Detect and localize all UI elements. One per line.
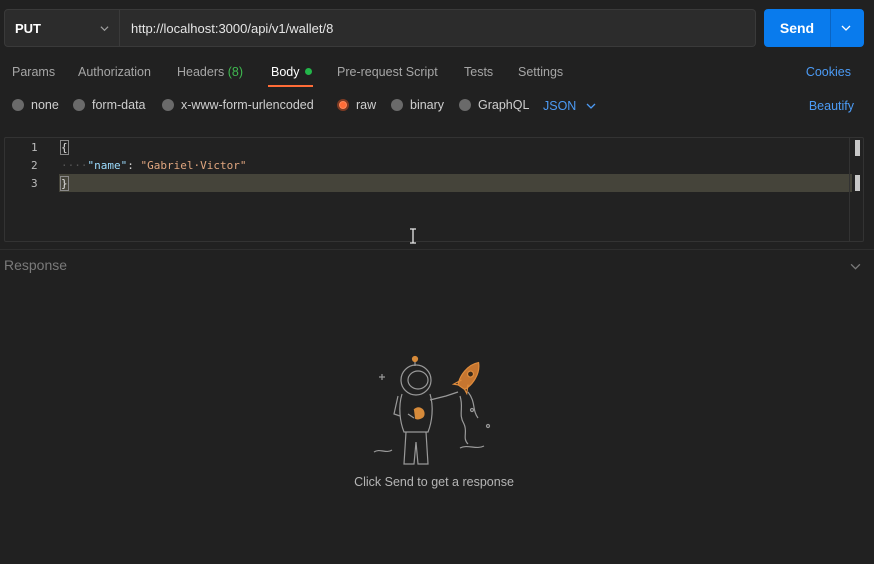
tab-params[interactable]: Params [12,65,55,79]
radio-x-www-form-urlencoded[interactable]: x-www-form-urlencoded [162,98,314,112]
empty-response-message: Click Send to get a response [354,475,514,489]
active-tab-underline [268,85,313,87]
radio-dot-selected [337,99,349,111]
tab-tests[interactable]: Tests [464,65,493,79]
beautify-link[interactable]: Beautify [809,99,854,113]
line-number: 2 [31,159,38,172]
chevron-down-icon [586,103,596,109]
tab-authorization[interactable]: Authorization [78,65,151,79]
send-divider [830,9,831,47]
format-select[interactable]: JSON [543,99,596,113]
radio-label: x-www-form-urlencoded [181,98,314,112]
code-line-3: } [60,176,69,191]
astronaut-rocket-illustration [373,355,491,465]
tab-settings[interactable]: Settings [518,65,563,79]
radio-dot [391,99,403,111]
headers-count-badge: (8) [227,65,244,79]
radio-graphql[interactable]: GraphQL [459,98,529,112]
response-title: Response [4,257,68,273]
request-tabs: Params Authorization Headers (8) Body Pr… [0,58,874,88]
chevron-down-icon[interactable] [841,23,851,33]
radio-label: none [31,98,59,112]
body-editor[interactable]: 1 2 3 { ····"name": "Gabriel·Victor" } [4,137,864,242]
radio-dot [162,99,174,111]
open-brace: { [60,140,69,155]
tab-pre-request-script[interactable]: Pre-request Script [337,65,438,79]
scrollbar-marker [855,175,860,191]
url-text: http://localhost:3000/api/v1/wallet/8 [131,20,334,36]
method-label: PUT [15,20,41,36]
send-label: Send [779,20,815,36]
radio-raw[interactable]: raw [337,98,376,112]
json-value: "Gabriel·Victor" [140,159,247,172]
radio-label: raw [356,98,377,112]
json-key: "name" [87,159,128,172]
code-line-1: { [60,140,69,155]
tab-body-label: Body [271,65,300,79]
code-line-2: ····"name": "Gabriel·Victor" [61,159,246,172]
tab-headers[interactable]: Headers (8) [177,65,243,79]
editor-scrollbar[interactable] [849,138,863,241]
line-number: 1 [31,141,38,154]
body-indicator-dot [304,68,312,75]
send-button[interactable]: Send [764,9,864,47]
chevron-down-icon[interactable] [850,261,861,272]
chevron-down-icon [100,26,109,32]
radio-none[interactable]: none [12,98,59,112]
method-select[interactable]: PUT [4,9,120,47]
line-gutter: 1 2 3 [5,138,55,241]
radio-form-data[interactable]: form-data [73,98,146,112]
tab-headers-label: Headers [177,65,225,79]
text-cursor-icon [410,228,416,244]
indent-whitespace: ···· [61,159,88,172]
url-input[interactable]: http://localhost:3000/api/v1/wallet/8 [120,9,756,47]
radio-dot [12,99,24,111]
active-line-highlight [59,174,852,192]
json-colon: : [127,159,141,172]
tab-body[interactable]: Body [271,65,312,79]
radio-label: GraphQL [478,98,530,112]
body-type-selector: none form-data x-www-form-urlencoded raw… [0,98,874,118]
close-brace: } [60,176,69,191]
radio-binary[interactable]: binary [391,98,444,112]
radio-label: form-data [92,98,146,112]
scrollbar-marker [855,140,860,156]
response-divider[interactable] [0,249,874,250]
format-label: JSON [543,99,577,113]
line-number: 3 [31,177,38,190]
radio-label: binary [410,98,445,112]
radio-dot [459,99,471,111]
radio-dot [73,99,85,111]
cookies-link[interactable]: Cookies [806,65,851,79]
